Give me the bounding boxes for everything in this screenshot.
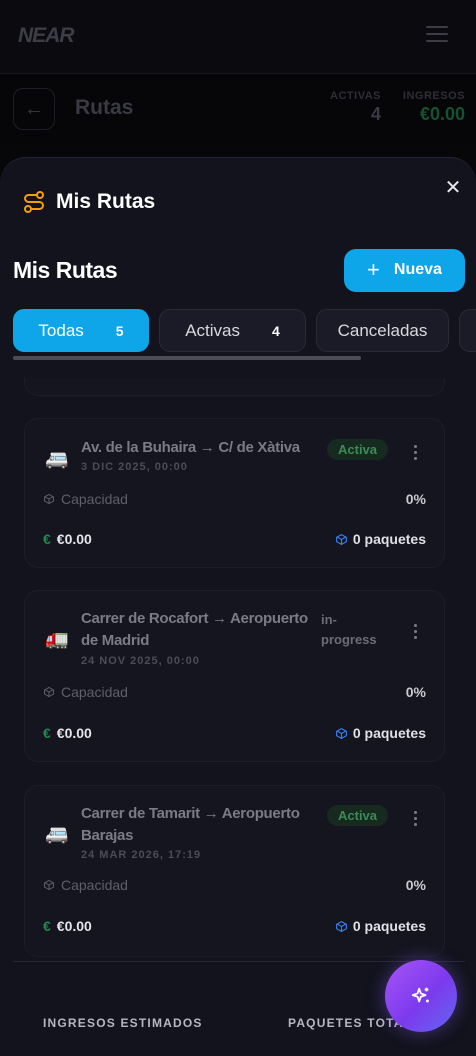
arrow-left-icon: ←	[24, 97, 44, 120]
footer-divider	[13, 961, 465, 962]
tabs-scrollbar[interactable]	[13, 356, 361, 360]
earnings-row: € €0.00 0 paquetes	[43, 725, 426, 741]
route-name: Carrer de Rocafort → Aeropuerto de Madri…	[81, 610, 308, 649]
plus-icon: +	[367, 257, 380, 282]
panel-header: Mis Rutas	[22, 190, 155, 214]
route-name: Av. de la Buhaira → C/ de Xàtiva	[81, 439, 300, 456]
stat-ingresos: INGRESOS €0.00	[403, 90, 465, 125]
euro-icon: €	[43, 531, 51, 547]
more-options-icon[interactable]	[412, 445, 418, 460]
route-date: 3 DIC 2025, 00:00	[81, 461, 188, 473]
routes-panel: ✕ Mis Rutas Mis Rutas + Nueva Todas 5 Ac…	[0, 157, 476, 1056]
tab-count: 5	[115, 322, 124, 339]
capacity-label: Capacidad	[43, 877, 128, 893]
tab-canceladas[interactable]: Canceladas	[316, 309, 449, 352]
route-card[interactable]: 🚐 Carrer de Tamarit → Aeropuerto Barajas…	[24, 785, 445, 957]
packages: 0 paquetes	[335, 531, 426, 547]
earnings-row: € €0.00 0 paquetes	[43, 531, 426, 547]
earnings-row: € €0.00 0 paquetes	[43, 918, 426, 934]
route-card[interactable]: 🚐 Av. de la Buhaira → C/ de Xàtiva 3 DIC…	[24, 418, 445, 568]
packages: 0 paquetes	[335, 725, 426, 741]
status-badge: Activa	[327, 805, 389, 826]
close-icon: ✕	[444, 176, 462, 199]
near-logo[interactable]: NEAR	[18, 24, 75, 48]
package-icon	[335, 727, 347, 739]
capacity-value: 0%	[405, 877, 426, 893]
tab-label: Canceladas	[337, 320, 428, 340]
box-icon	[44, 686, 54, 698]
route-icon	[24, 191, 44, 213]
tab-todas[interactable]: Todas 5	[13, 309, 149, 352]
packages-value: 0 paquetes	[352, 725, 426, 741]
box-icon	[44, 493, 54, 505]
hamburger-menu-icon[interactable]	[426, 26, 448, 44]
stat-value: 4	[370, 104, 381, 124]
tab-activas[interactable]: Activas 4	[159, 309, 306, 352]
capacity-value: 0%	[405, 491, 426, 507]
capacity-text: Capacidad	[61, 877, 128, 893]
app-header: NEAR	[0, 0, 476, 74]
stat-label: ACTIVAS	[330, 90, 381, 102]
route-date: 24 NOV 2025, 00:00	[81, 655, 200, 667]
capacity-label: Capacidad	[43, 684, 128, 700]
tab-label: Activas	[185, 320, 240, 340]
route-card-partial[interactable]	[24, 378, 445, 396]
status-badge: in-progress	[321, 612, 377, 647]
package-icon	[335, 920, 347, 932]
euro-icon: €	[43, 918, 51, 934]
back-button[interactable]: ←	[13, 88, 55, 130]
stat-activas: ACTIVAS 4	[330, 90, 381, 125]
earnings-value: €0.00	[56, 725, 92, 741]
truck-icon: 🚛	[45, 629, 69, 650]
euro-icon: €	[43, 725, 51, 741]
new-route-button[interactable]: + Nueva	[344, 248, 465, 292]
capacity-value: 0%	[405, 684, 426, 700]
route-name: Carrer de Tamarit → Aeropuerto Barajas	[81, 805, 300, 844]
close-button[interactable]: ✕	[442, 176, 464, 199]
capacity-label: Capacidad	[43, 491, 128, 507]
sparkles-icon	[411, 987, 429, 1003]
truck-icon: 🚐	[45, 824, 69, 845]
packages-value: 0 paquetes	[352, 918, 426, 934]
tab-count: 4	[272, 322, 280, 339]
capacity-row: Capacidad 0%	[43, 877, 426, 893]
ai-assistant-button[interactable]	[385, 960, 457, 1032]
section-title: Mis Rutas	[13, 256, 118, 283]
capacity-row: Capacidad 0%	[43, 684, 426, 700]
truck-icon: 🚐	[45, 449, 69, 470]
earnings-value: €0.00	[56, 918, 92, 934]
capacity-row: Capacidad 0%	[43, 491, 426, 507]
panel-title: Mis Rutas	[56, 190, 156, 213]
filter-tabs: Todas 5 Activas 4 Canceladas	[13, 309, 476, 353]
status-badge: Activa	[327, 439, 389, 460]
routes-list: 🚐 Av. de la Buhaira → C/ de Xàtiva 3 DIC…	[0, 378, 476, 958]
route-card[interactable]: 🚛 Carrer de Rocafort → Aeropuerto de Mad…	[24, 590, 445, 762]
estimated-income-label: INGRESOS ESTIMADOS	[43, 1016, 203, 1030]
more-options-icon[interactable]	[412, 624, 418, 639]
packages: 0 paquetes	[335, 918, 426, 934]
route-date: 24 MAR 2026, 17:19	[81, 849, 202, 861]
capacity-text: Capacidad	[61, 491, 128, 507]
page-title: Rutas	[75, 96, 134, 119]
routes-header: Mis Rutas + Nueva	[13, 248, 465, 292]
earnings: € €0.00	[43, 725, 92, 741]
more-options-icon[interactable]	[412, 811, 418, 826]
tab-more[interactable]	[459, 309, 476, 352]
earnings-value: €0.00	[56, 531, 92, 547]
stat-value: €0.00	[419, 104, 465, 124]
tab-label: Todas	[38, 320, 84, 340]
stat-label: INGRESOS	[402, 90, 465, 102]
new-route-label: Nueva	[393, 261, 442, 278]
box-icon	[44, 879, 54, 891]
packages-value: 0 paquetes	[352, 531, 426, 547]
earnings: € €0.00	[43, 531, 92, 547]
earnings: € €0.00	[43, 918, 92, 934]
capacity-text: Capacidad	[61, 684, 128, 700]
package-icon	[335, 533, 347, 545]
